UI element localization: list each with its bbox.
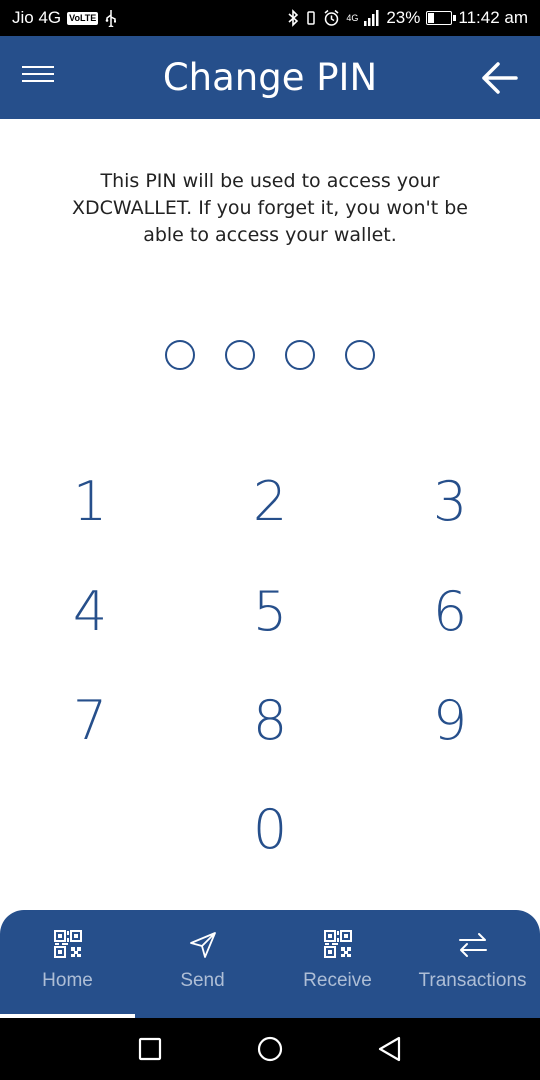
nav-send-label: Send: [180, 970, 225, 991]
battery-percent: 23%: [386, 8, 421, 27]
key-8[interactable]: 8: [210, 681, 330, 761]
nav-receive-label: Receive: [303, 970, 372, 991]
pin-indicator: [0, 340, 540, 372]
network-type: 4G: [346, 13, 359, 23]
send-icon: [189, 932, 216, 958]
app-bar: Change PIN: [0, 36, 540, 119]
pin-dot: [345, 340, 375, 370]
back-arrow-icon[interactable]: [480, 58, 520, 98]
status-right: 4G 23% 11:42 am: [287, 8, 528, 28]
status-left: Jio 4G VoLTE: [12, 8, 118, 28]
bluetooth-icon: [288, 9, 299, 27]
nav-transactions-label: Transactions: [418, 970, 527, 991]
nav-send[interactable]: Send: [135, 910, 270, 1018]
key-5[interactable]: 5: [210, 572, 330, 652]
key-2[interactable]: 2: [210, 462, 330, 542]
volte-badge: VoLTE: [67, 11, 99, 25]
signal-icon: [364, 10, 379, 26]
system-nav-bar: [0, 1018, 540, 1080]
pin-dot: [225, 340, 255, 370]
alarm-icon: [324, 9, 339, 26]
nav-home-label: Home: [42, 970, 93, 991]
page-title: Change PIN: [162, 56, 378, 99]
clock: 11:42 am: [458, 8, 528, 27]
nav-transactions[interactable]: Transactions: [405, 910, 540, 1018]
home-circle-icon[interactable]: [255, 1034, 285, 1064]
vibrate-icon: [307, 11, 316, 25]
battery-icon: [426, 11, 457, 25]
pin-description: This PIN will be used to access your XDC…: [71, 170, 468, 246]
qr-code-icon: [323, 930, 352, 958]
pin-dot: [285, 340, 315, 370]
key-9[interactable]: 9: [390, 681, 510, 761]
key-6[interactable]: 6: [390, 572, 510, 652]
usb-icon: [106, 10, 117, 27]
status-bar: Jio 4G VoLTE 4G 23% 11:42 am: [0, 0, 540, 36]
transfer-arrows-icon: [458, 933, 487, 957]
recents-icon[interactable]: [135, 1034, 165, 1064]
back-triangle-icon[interactable]: [375, 1034, 405, 1064]
key-0[interactable]: 0: [210, 790, 330, 870]
nav-home[interactable]: Home: [0, 910, 135, 1018]
pin-dot: [165, 340, 195, 370]
key-1[interactable]: 1: [30, 462, 150, 542]
key-3[interactable]: 3: [390, 462, 510, 542]
key-4[interactable]: 4: [30, 572, 150, 652]
qr-code-icon: [53, 930, 82, 958]
bottom-nav: Home Send Receive Transactions: [0, 910, 540, 1020]
nav-receive[interactable]: Receive: [270, 910, 405, 1018]
carrier-name: Jio 4G: [12, 8, 62, 27]
key-7[interactable]: 7: [30, 681, 150, 761]
